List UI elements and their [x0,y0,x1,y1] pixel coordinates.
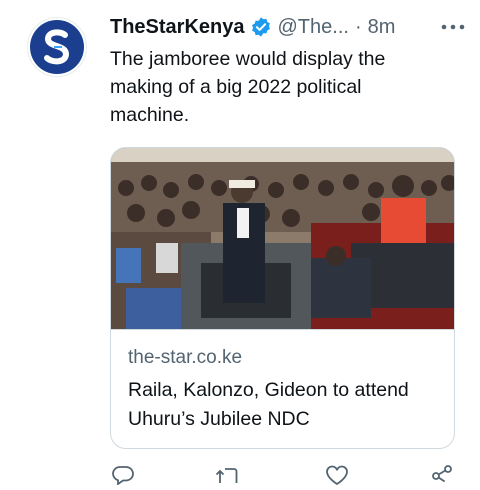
separator-dot: · [354,15,362,38]
author-name[interactable]: TheStarKenya [110,16,245,39]
share-icon[interactable] [430,465,454,490]
like-icon[interactable] [325,465,349,490]
verified-badge-icon [250,16,272,38]
author-handle[interactable]: @The... [278,16,349,39]
tweet-actions [110,465,460,486]
card-title: Raila, Kalonzo, Gideon to attend Uhuru’s… [128,379,409,430]
card-domain: the-star.co.ke [128,347,243,368]
card-image[interactable] [111,148,454,330]
reply-icon[interactable] [112,465,134,490]
avatar[interactable] [27,17,87,77]
logo [30,20,84,74]
link-card[interactable]: the-star.co.ke Raila, Kalonzo, Gideon to… [110,147,455,449]
retweet-icon[interactable] [215,465,241,490]
tweet-header: TheStarKenya @The... · 8m [110,14,465,40]
timestamp[interactable]: 8m [368,16,396,39]
tweet-text: The jamboree would display the making of… [110,48,386,126]
more-icon[interactable] [441,14,465,40]
